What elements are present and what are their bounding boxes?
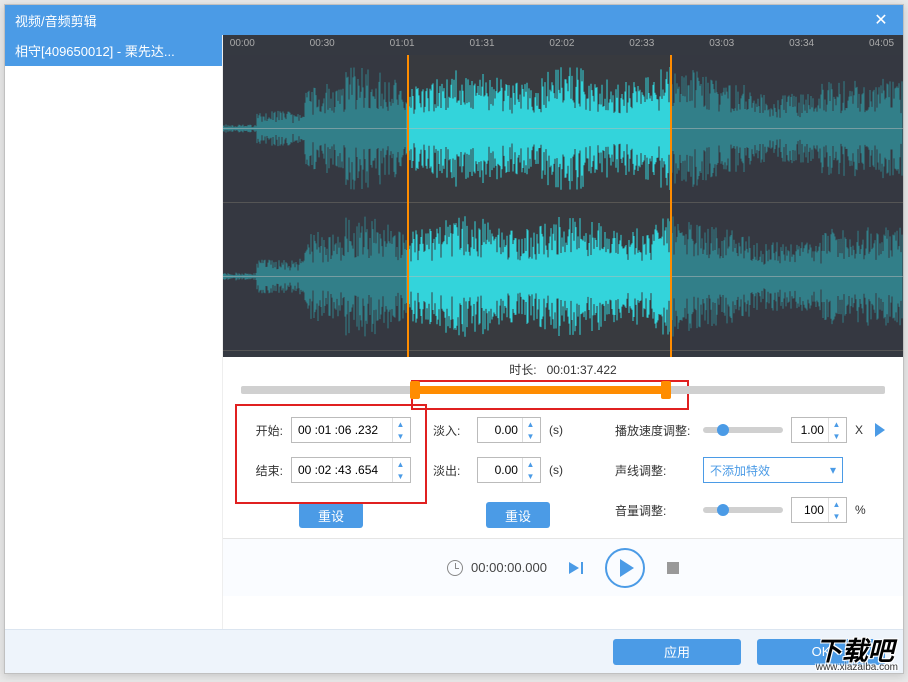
reset-trim-button[interactable]: 重设 (299, 502, 363, 528)
volume-label: 音量调整: (615, 502, 695, 519)
duration-label: 时长: (509, 363, 536, 377)
main-panel: 00:00 00:30 01:01 01:31 02:02 02:33 03:03 03:34… (223, 35, 903, 629)
watermark-url: www.xiazaiba.com (816, 663, 898, 672)
stop-button[interactable] (667, 562, 679, 574)
close-icon[interactable]: ✕ (869, 8, 893, 32)
ruler-tick: 02:33 (629, 38, 654, 49)
spin-up-icon[interactable]: ▲ (523, 458, 538, 470)
apply-button[interactable]: 应用 (613, 639, 741, 665)
ruler-tick: 04:05 (869, 38, 894, 49)
editor-window: 视频/音频剪辑 ✕ 相守[409650012] - 栗先达... 00:0000… (4, 4, 904, 674)
fadein-field[interactable] (478, 423, 522, 437)
fadein-input[interactable]: ▲▼ (477, 417, 541, 443)
playback-bar: 00:00:00.000 (223, 538, 903, 596)
window-title: 视频/音频剪辑 (15, 11, 869, 30)
skip-end-icon[interactable] (569, 562, 583, 574)
timeline-ruler[interactable]: 00:00 00:30 01:01 01:31 02:02 02:33 03:03 03:34… (223, 35, 903, 55)
range-slider-selection[interactable] (415, 386, 666, 394)
play-icon (620, 559, 634, 577)
ruler-tick: 03:34 (789, 38, 814, 49)
volume-slider[interactable] (703, 507, 783, 513)
fadeout-field[interactable] (478, 463, 522, 477)
ruler-tick: 01:01 (390, 38, 415, 49)
end-label: 结束: (249, 462, 283, 479)
fade-unit: (s) (549, 423, 563, 437)
range-slider-handle-end[interactable] (661, 381, 671, 399)
duration-value: 00:01:37.422 (547, 363, 617, 377)
slider-thumb[interactable] (717, 424, 729, 436)
ruler-tick: 02:02 (549, 38, 574, 49)
ruler-tick: 00:00 (230, 38, 255, 49)
start-time-input[interactable]: ▲▼ (291, 417, 411, 443)
footer: 应用 OK (5, 629, 903, 673)
voice-effect-select[interactable]: 不添加特效 ▾ (703, 457, 843, 483)
file-sidebar: 相守[409650012] - 栗先达... (5, 35, 223, 629)
range-slider-track[interactable] (241, 386, 885, 394)
spin-up-icon[interactable]: ▲ (829, 498, 844, 510)
spin-up-icon[interactable]: ▲ (393, 418, 408, 430)
slider-thumb[interactable] (717, 504, 729, 516)
titlebar[interactable]: 视频/音频剪辑 ✕ (5, 5, 903, 35)
spin-down-icon[interactable]: ▼ (829, 510, 844, 522)
watermark: 下载吧 www.xiazaiba.com (816, 640, 898, 672)
speed-input[interactable]: ▲▼ (791, 417, 847, 443)
spin-up-icon[interactable]: ▲ (393, 458, 408, 470)
speed-label: 播放速度调整: (615, 422, 695, 439)
spin-down-icon[interactable]: ▼ (523, 430, 538, 442)
file-list-item[interactable]: 相守[409650012] - 栗先达... (5, 35, 222, 66)
spin-down-icon[interactable]: ▼ (393, 430, 408, 442)
fade-unit: (s) (549, 463, 563, 477)
reset-fade-button[interactable]: 重设 (486, 502, 550, 528)
clock-icon (447, 560, 463, 576)
chevron-down-icon: ▾ (830, 463, 836, 477)
ruler-tick: 00:30 (310, 38, 335, 49)
end-time-input[interactable]: ▲▼ (291, 457, 411, 483)
fadeout-input[interactable]: ▲▼ (477, 457, 541, 483)
waveform-display[interactable] (223, 55, 903, 357)
duration-readout: 时长: 00:01:37.422 (223, 357, 903, 380)
controls-grid: 开始: ▲▼ 结束: ▲▼ 重设 (223, 402, 903, 538)
volume-field[interactable] (792, 503, 828, 517)
spin-down-icon[interactable]: ▼ (393, 470, 408, 482)
play-button[interactable] (605, 548, 645, 588)
start-time-field[interactable] (292, 423, 392, 437)
volume-input[interactable]: ▲▼ (791, 497, 847, 523)
speed-suffix: X (855, 423, 863, 437)
end-time-field[interactable] (292, 463, 392, 477)
spin-down-icon[interactable]: ▼ (523, 470, 538, 482)
playback-time: 00:00:00.000 (471, 560, 547, 575)
start-label: 开始: (249, 422, 283, 439)
selection-overlay[interactable] (407, 55, 672, 357)
speed-field[interactable] (792, 423, 828, 437)
range-slider-row (223, 380, 903, 402)
spin-up-icon[interactable]: ▲ (829, 418, 844, 430)
volume-suffix: % (855, 503, 866, 517)
spin-up-icon[interactable]: ▲ (523, 418, 538, 430)
fadeout-label: 淡出: (433, 462, 469, 479)
ruler-tick: 01:31 (469, 38, 494, 49)
voice-effect-value: 不添加特效 (710, 462, 770, 479)
speed-slider[interactable] (703, 427, 783, 433)
ruler-tick: 03:03 (709, 38, 734, 49)
preview-play-icon[interactable] (875, 423, 885, 437)
spin-down-icon[interactable]: ▼ (829, 430, 844, 442)
voice-label: 声线调整: (615, 462, 695, 479)
fadein-label: 淡入: (433, 422, 469, 439)
range-slider-handle-start[interactable] (410, 381, 420, 399)
